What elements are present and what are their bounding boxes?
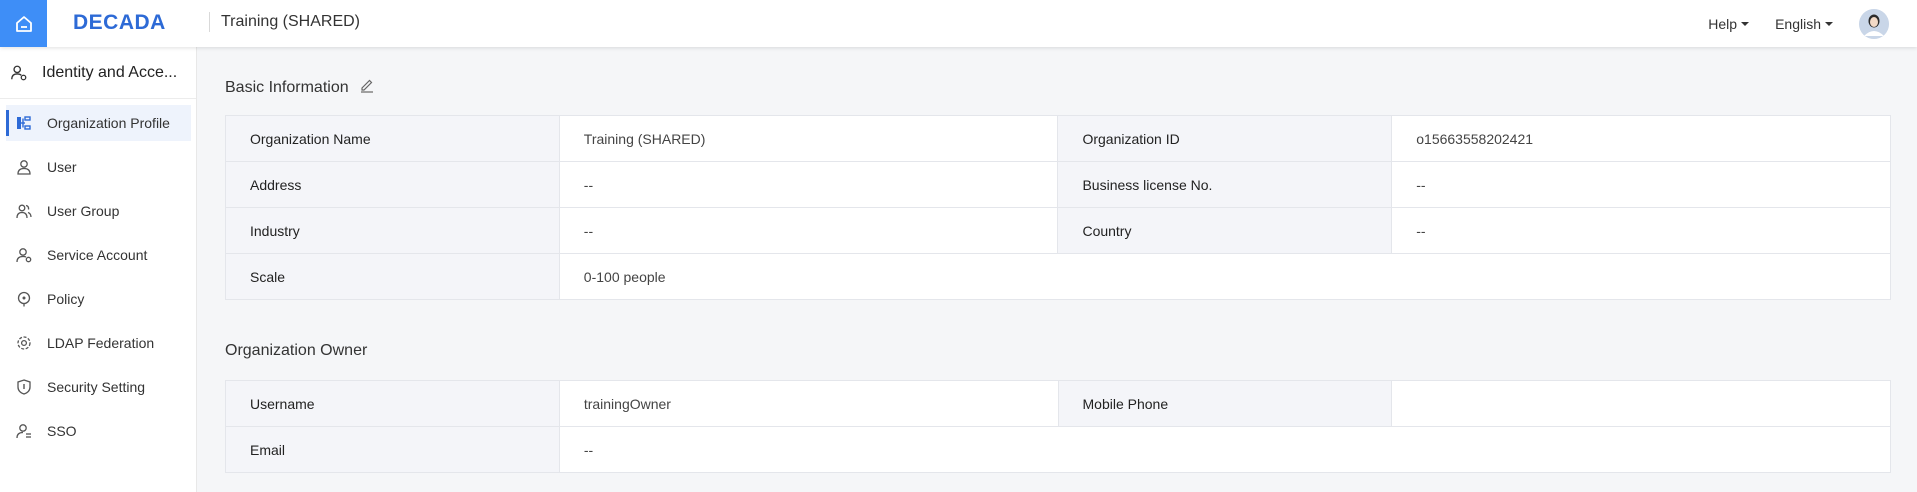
- help-label: Help: [1708, 15, 1738, 32]
- country-label: Country: [1057, 207, 1393, 254]
- sidebar-item-user-group[interactable]: User Group: [0, 193, 196, 229]
- address-label: Address: [225, 161, 560, 208]
- sidebar-item-label: User Group: [47, 203, 120, 219]
- table-row: Industry -- Country --: [225, 207, 1891, 254]
- home-icon: [15, 15, 32, 32]
- mobile-phone-label: Mobile Phone: [1057, 380, 1393, 427]
- sidebar-item-label: Service Account: [47, 247, 148, 263]
- org-name-label: Organization Name: [225, 115, 560, 162]
- avatar[interactable]: [1859, 8, 1889, 39]
- chevron-down-icon: [1741, 21, 1750, 26]
- top-bar: DECADA Training (SHARED) Help English: [0, 0, 1917, 47]
- sidebar-item-label: Policy: [47, 291, 85, 307]
- table-row: Email --: [225, 426, 1892, 473]
- username-label: Username: [225, 380, 560, 427]
- main-content: Basic Information Organization Name Trai…: [198, 47, 1917, 492]
- org-id-value: o15663558202421: [1391, 115, 1891, 162]
- user-avatar-icon: [1859, 8, 1889, 39]
- decada-logo[interactable]: DECADA: [73, 11, 166, 35]
- home-button[interactable]: [0, 0, 47, 47]
- sso-icon: [15, 422, 33, 440]
- license-label: Business license No.: [1057, 161, 1393, 208]
- title-divider: [209, 12, 210, 32]
- table-row: Username trainingOwner Mobile Phone: [225, 380, 1891, 427]
- service-account-icon: [15, 246, 33, 264]
- sidebar-item-ldap-federation[interactable]: LDAP Federation: [0, 325, 196, 361]
- identity-icon: [10, 64, 28, 82]
- address-value: --: [558, 161, 1059, 208]
- email-value: --: [558, 426, 1892, 473]
- sidebar-item-label: SSO: [47, 423, 77, 439]
- basic-information-table: Organization Name Training (SHARED) Orga…: [225, 115, 1892, 300]
- shield-icon: [15, 378, 33, 396]
- sidebar-title: Identity and Acce...: [42, 63, 178, 81]
- section-title: Organization Owner: [225, 342, 368, 359]
- organization-owner-table: Username trainingOwner Mobile Phone Emai…: [225, 380, 1892, 473]
- email-label: Email: [225, 426, 560, 473]
- scale-label: Scale: [225, 253, 560, 300]
- org-chart-icon: [15, 114, 33, 132]
- mobile-phone-value: [1391, 380, 1891, 427]
- chevron-down-icon: [1825, 21, 1833, 26]
- country-value: --: [1391, 207, 1891, 254]
- sidebar-item-security-setting[interactable]: Security Setting: [0, 369, 196, 405]
- language-label: English: [1775, 15, 1821, 32]
- table-row: Organization Name Training (SHARED) Orga…: [225, 115, 1891, 162]
- sidebar-header[interactable]: Identity and Acce...: [0, 47, 196, 99]
- sidebar-item-policy[interactable]: Policy: [0, 281, 196, 317]
- section-title: Basic Information: [225, 78, 349, 96]
- sidebar-item-sso[interactable]: SSO: [0, 413, 196, 449]
- sidebar-item-service-account[interactable]: Service Account: [0, 237, 196, 273]
- org-id-label: Organization ID: [1057, 115, 1393, 162]
- language-menu[interactable]: English: [1775, 16, 1833, 32]
- username-value: trainingOwner: [558, 380, 1059, 427]
- basic-information-heading: Basic Information: [225, 77, 375, 98]
- industry-label: Industry: [225, 207, 560, 254]
- table-row: Scale 0-100 people: [225, 253, 1892, 300]
- sidebar-item-label: Organization Profile: [47, 115, 170, 131]
- edit-icon[interactable]: [359, 77, 375, 98]
- scale-value: 0-100 people: [558, 253, 1892, 300]
- license-value: --: [1391, 161, 1891, 208]
- organization-title[interactable]: Training (SHARED): [221, 13, 360, 31]
- sidebar-item-label: User: [47, 159, 77, 175]
- sidebar-item-label: LDAP Federation: [47, 335, 155, 351]
- industry-value: --: [558, 207, 1059, 254]
- sidebar: Identity and Acce... Organization Profil…: [0, 47, 197, 492]
- ldap-icon: [15, 334, 33, 352]
- org-name-value: Training (SHARED): [558, 115, 1059, 162]
- table-row: Address -- Business license No. --: [225, 161, 1891, 208]
- sidebar-item-user[interactable]: User: [0, 149, 196, 185]
- user-group-icon: [15, 202, 33, 220]
- sidebar-item-label: Security Setting: [47, 379, 146, 395]
- user-icon: [15, 158, 33, 176]
- organization-owner-heading: Organization Owner: [225, 342, 367, 360]
- policy-icon: [15, 290, 33, 308]
- help-menu[interactable]: Help: [1708, 15, 1750, 32]
- sidebar-item-organization-profile[interactable]: Organization Profile: [6, 105, 191, 141]
